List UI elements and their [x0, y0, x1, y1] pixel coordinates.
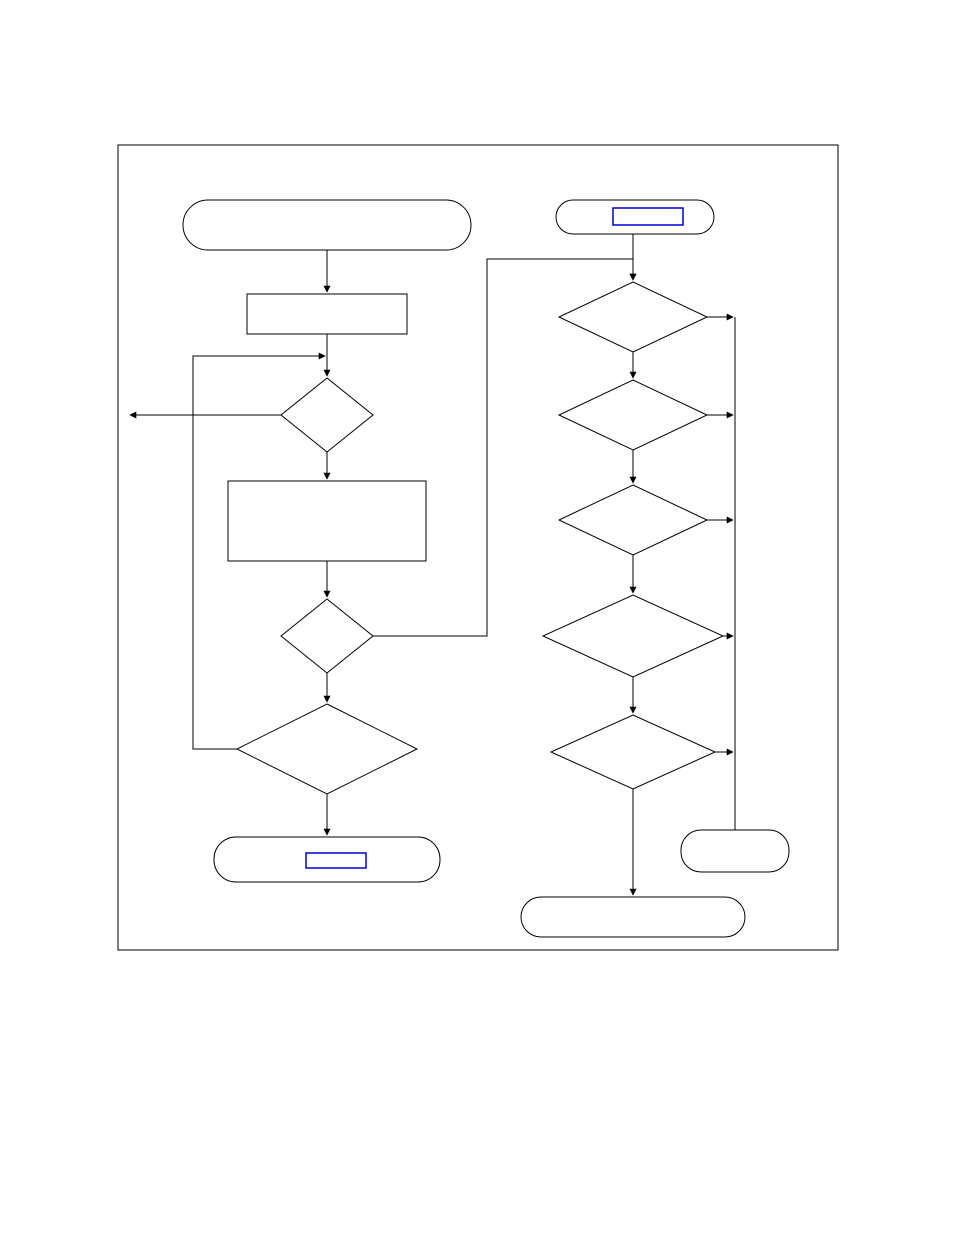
- left-process-1: [247, 294, 407, 334]
- right-end-terminator: [521, 897, 745, 937]
- left-start-terminator: [183, 200, 471, 250]
- flowchart-diagram: [0, 0, 954, 1235]
- right-small-terminator: [681, 830, 789, 872]
- left-end-link-box[interactable]: [306, 853, 366, 868]
- right-start-link-box[interactable]: [613, 208, 683, 225]
- left-process-2: [228, 481, 426, 561]
- diagram-frame: [118, 145, 838, 950]
